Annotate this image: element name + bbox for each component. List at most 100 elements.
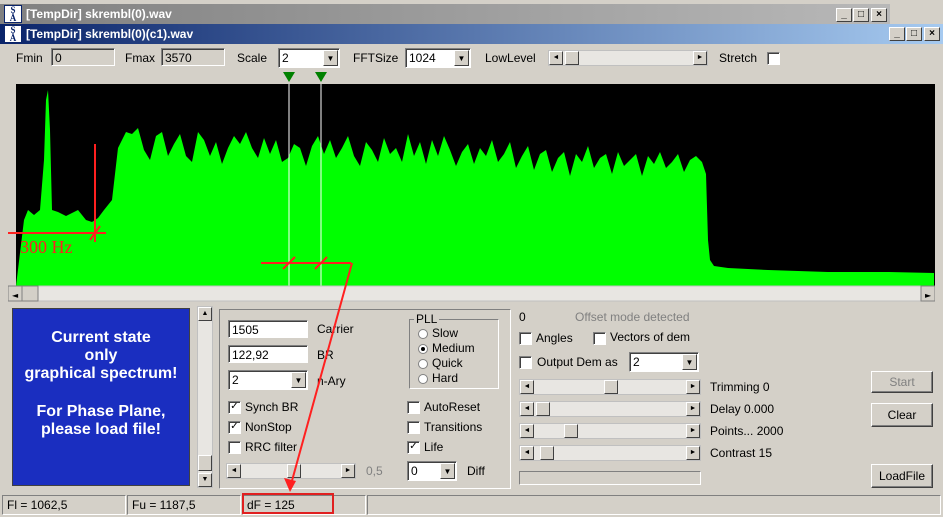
synch-br-checkbox[interactable]: ✓ — [228, 401, 241, 414]
outer-close-button[interactable]: × — [871, 8, 887, 22]
inner-maximize-button[interactable]: □ — [906, 27, 922, 41]
rolloff-slider[interactable]: ◄ ► — [226, 463, 356, 479]
contrast-thumb[interactable] — [540, 446, 554, 460]
outer-window-title: [TempDir] skrembl(0).wav — [26, 7, 172, 21]
rrc-filter-checkbox[interactable] — [228, 441, 241, 454]
info-panel: Current state only graphical spectrum! F… — [12, 308, 190, 486]
scroll-left-icon[interactable]: ◄ — [520, 380, 534, 394]
diff-select[interactable]: 0 ▼ — [407, 461, 457, 481]
delay-slider[interactable]: ◄ ► — [519, 401, 701, 417]
trimming-label: Trimming 0 — [710, 380, 770, 394]
br-input[interactable]: 122,92 — [228, 345, 308, 363]
clear-button[interactable]: Clear — [871, 403, 933, 427]
info-line-3: graphical spectrum! — [24, 365, 178, 382]
output-dem-value: 2 — [633, 355, 640, 369]
points-label: Points... 2000 — [710, 424, 784, 438]
nonstop-checkbox[interactable]: ✓ — [228, 421, 241, 434]
fftsize-select[interactable]: 1024 ▼ — [405, 48, 471, 68]
scroll-left-icon[interactable]: ◄ — [520, 402, 534, 416]
outer-window-titlebar: SÅ [TempDir] skrembl(0).wav — [0, 4, 890, 24]
app-icon[interactable]: SÅ — [4, 5, 22, 23]
stretch-checkbox[interactable] — [767, 52, 780, 65]
scale-value: 2 — [282, 51, 289, 65]
scroll-thumb[interactable] — [198, 455, 212, 471]
scroll-down-icon[interactable]: ▼ — [198, 473, 212, 487]
life-checkbox[interactable]: ✓ — [407, 441, 420, 454]
loadfile-button[interactable]: LoadFile — [871, 464, 933, 488]
fmax-field[interactable]: 3570 — [161, 48, 225, 66]
info-vertical-scrollbar[interactable]: ▲ ▼ — [197, 306, 213, 488]
scroll-right-icon[interactable]: ► — [686, 402, 700, 416]
progress-bar — [519, 471, 701, 485]
carrier-input[interactable]: 1505 — [228, 320, 308, 338]
nary-value: 2 — [232, 373, 239, 387]
chevron-down-icon[interactable]: ▼ — [682, 354, 697, 370]
chevron-down-icon[interactable]: ▼ — [291, 372, 306, 388]
status-extra — [367, 495, 941, 515]
scroll-left-icon[interactable]: ◄ — [520, 446, 534, 460]
points-thumb[interactable] — [564, 424, 578, 438]
lowlevel-label: LowLevel — [485, 51, 536, 65]
spectrum-display[interactable]: 300 Hz ◄ ► — [8, 70, 935, 302]
trimming-slider[interactable]: ◄ ► — [519, 379, 701, 395]
start-button[interactable]: Start — [871, 371, 933, 393]
rolloff-thumb[interactable] — [287, 464, 301, 478]
points-slider[interactable]: ◄ ► — [519, 423, 701, 439]
delay-thumb[interactable] — [536, 402, 550, 416]
scroll-left-icon[interactable]: ◄ — [549, 51, 563, 65]
info-line-5: please load file! — [40, 421, 162, 438]
angles-label: Angles — [536, 331, 573, 345]
pll-medium-radio[interactable] — [418, 344, 428, 354]
fmin-field[interactable]: 0 — [51, 48, 115, 66]
scale-select[interactable]: 2 ▼ — [278, 48, 340, 68]
inner-close-button[interactable]: × — [924, 27, 940, 41]
transitions-checkbox[interactable] — [407, 421, 420, 434]
lowlevel-slider[interactable]: ◄ ► — [548, 50, 708, 66]
trimming-thumb[interactable] — [604, 380, 618, 394]
output-dem-checkbox[interactable] — [519, 356, 532, 369]
synch-br-label: Synch BR — [245, 400, 299, 414]
pll-medium-label: Medium — [432, 341, 475, 355]
inner-window-title: [TempDir] skrembl(0)(c1).wav — [26, 27, 194, 41]
outer-minimize-button[interactable]: _ — [836, 8, 852, 22]
scroll-right-icon[interactable]: ► — [686, 424, 700, 438]
delay-label: Delay 0.000 — [710, 402, 775, 416]
app-icon[interactable]: SÅ — [4, 25, 22, 43]
outer-maximize-button[interactable]: □ — [853, 8, 869, 22]
svg-text:►: ► — [925, 291, 932, 300]
diff-label: Diff — [467, 464, 485, 478]
df-highlight-box — [242, 493, 334, 514]
pll-slow-label: Slow — [432, 326, 459, 340]
lowlevel-thumb[interactable] — [565, 51, 579, 65]
pll-hard-label: Hard — [432, 371, 459, 385]
scroll-right-icon[interactable]: ► — [341, 464, 355, 478]
chevron-down-icon[interactable]: ▼ — [454, 50, 469, 66]
status-fu: Fu = 1187,5 — [127, 495, 241, 515]
chevron-down-icon[interactable]: ▼ — [440, 463, 455, 479]
chevron-down-icon[interactable]: ▼ — [323, 50, 338, 66]
scroll-left-icon[interactable]: ◄ — [520, 424, 534, 438]
autoreset-label: AutoReset — [424, 400, 481, 414]
diff-value: 0 — [411, 464, 418, 478]
pll-quick-radio[interactable] — [418, 359, 428, 369]
br-label: BR — [317, 348, 334, 362]
output-dem-select[interactable]: 2 ▼ — [629, 352, 699, 372]
pll-hard-radio[interactable] — [418, 374, 428, 384]
vectors-label: Vectors of dem — [610, 330, 691, 344]
scroll-right-icon[interactable]: ► — [686, 446, 700, 460]
vectors-checkbox[interactable] — [593, 332, 606, 345]
life-label: Life — [424, 440, 444, 454]
inner-minimize-button[interactable]: _ — [889, 27, 905, 41]
angles-checkbox[interactable] — [519, 332, 532, 345]
scale-label: Scale — [237, 51, 268, 65]
svg-text:◄: ◄ — [12, 291, 19, 300]
scroll-up-icon[interactable]: ▲ — [198, 307, 212, 321]
scroll-right-icon[interactable]: ► — [686, 380, 700, 394]
nary-select[interactable]: 2 ▼ — [228, 370, 308, 390]
scroll-right-icon[interactable]: ► — [693, 51, 707, 65]
contrast-label: Contrast 15 — [710, 446, 773, 460]
autoreset-checkbox[interactable] — [407, 401, 420, 414]
contrast-slider[interactable]: ◄ ► — [519, 445, 701, 461]
pll-slow-radio[interactable] — [418, 329, 428, 339]
scroll-left-icon[interactable]: ◄ — [227, 464, 241, 478]
